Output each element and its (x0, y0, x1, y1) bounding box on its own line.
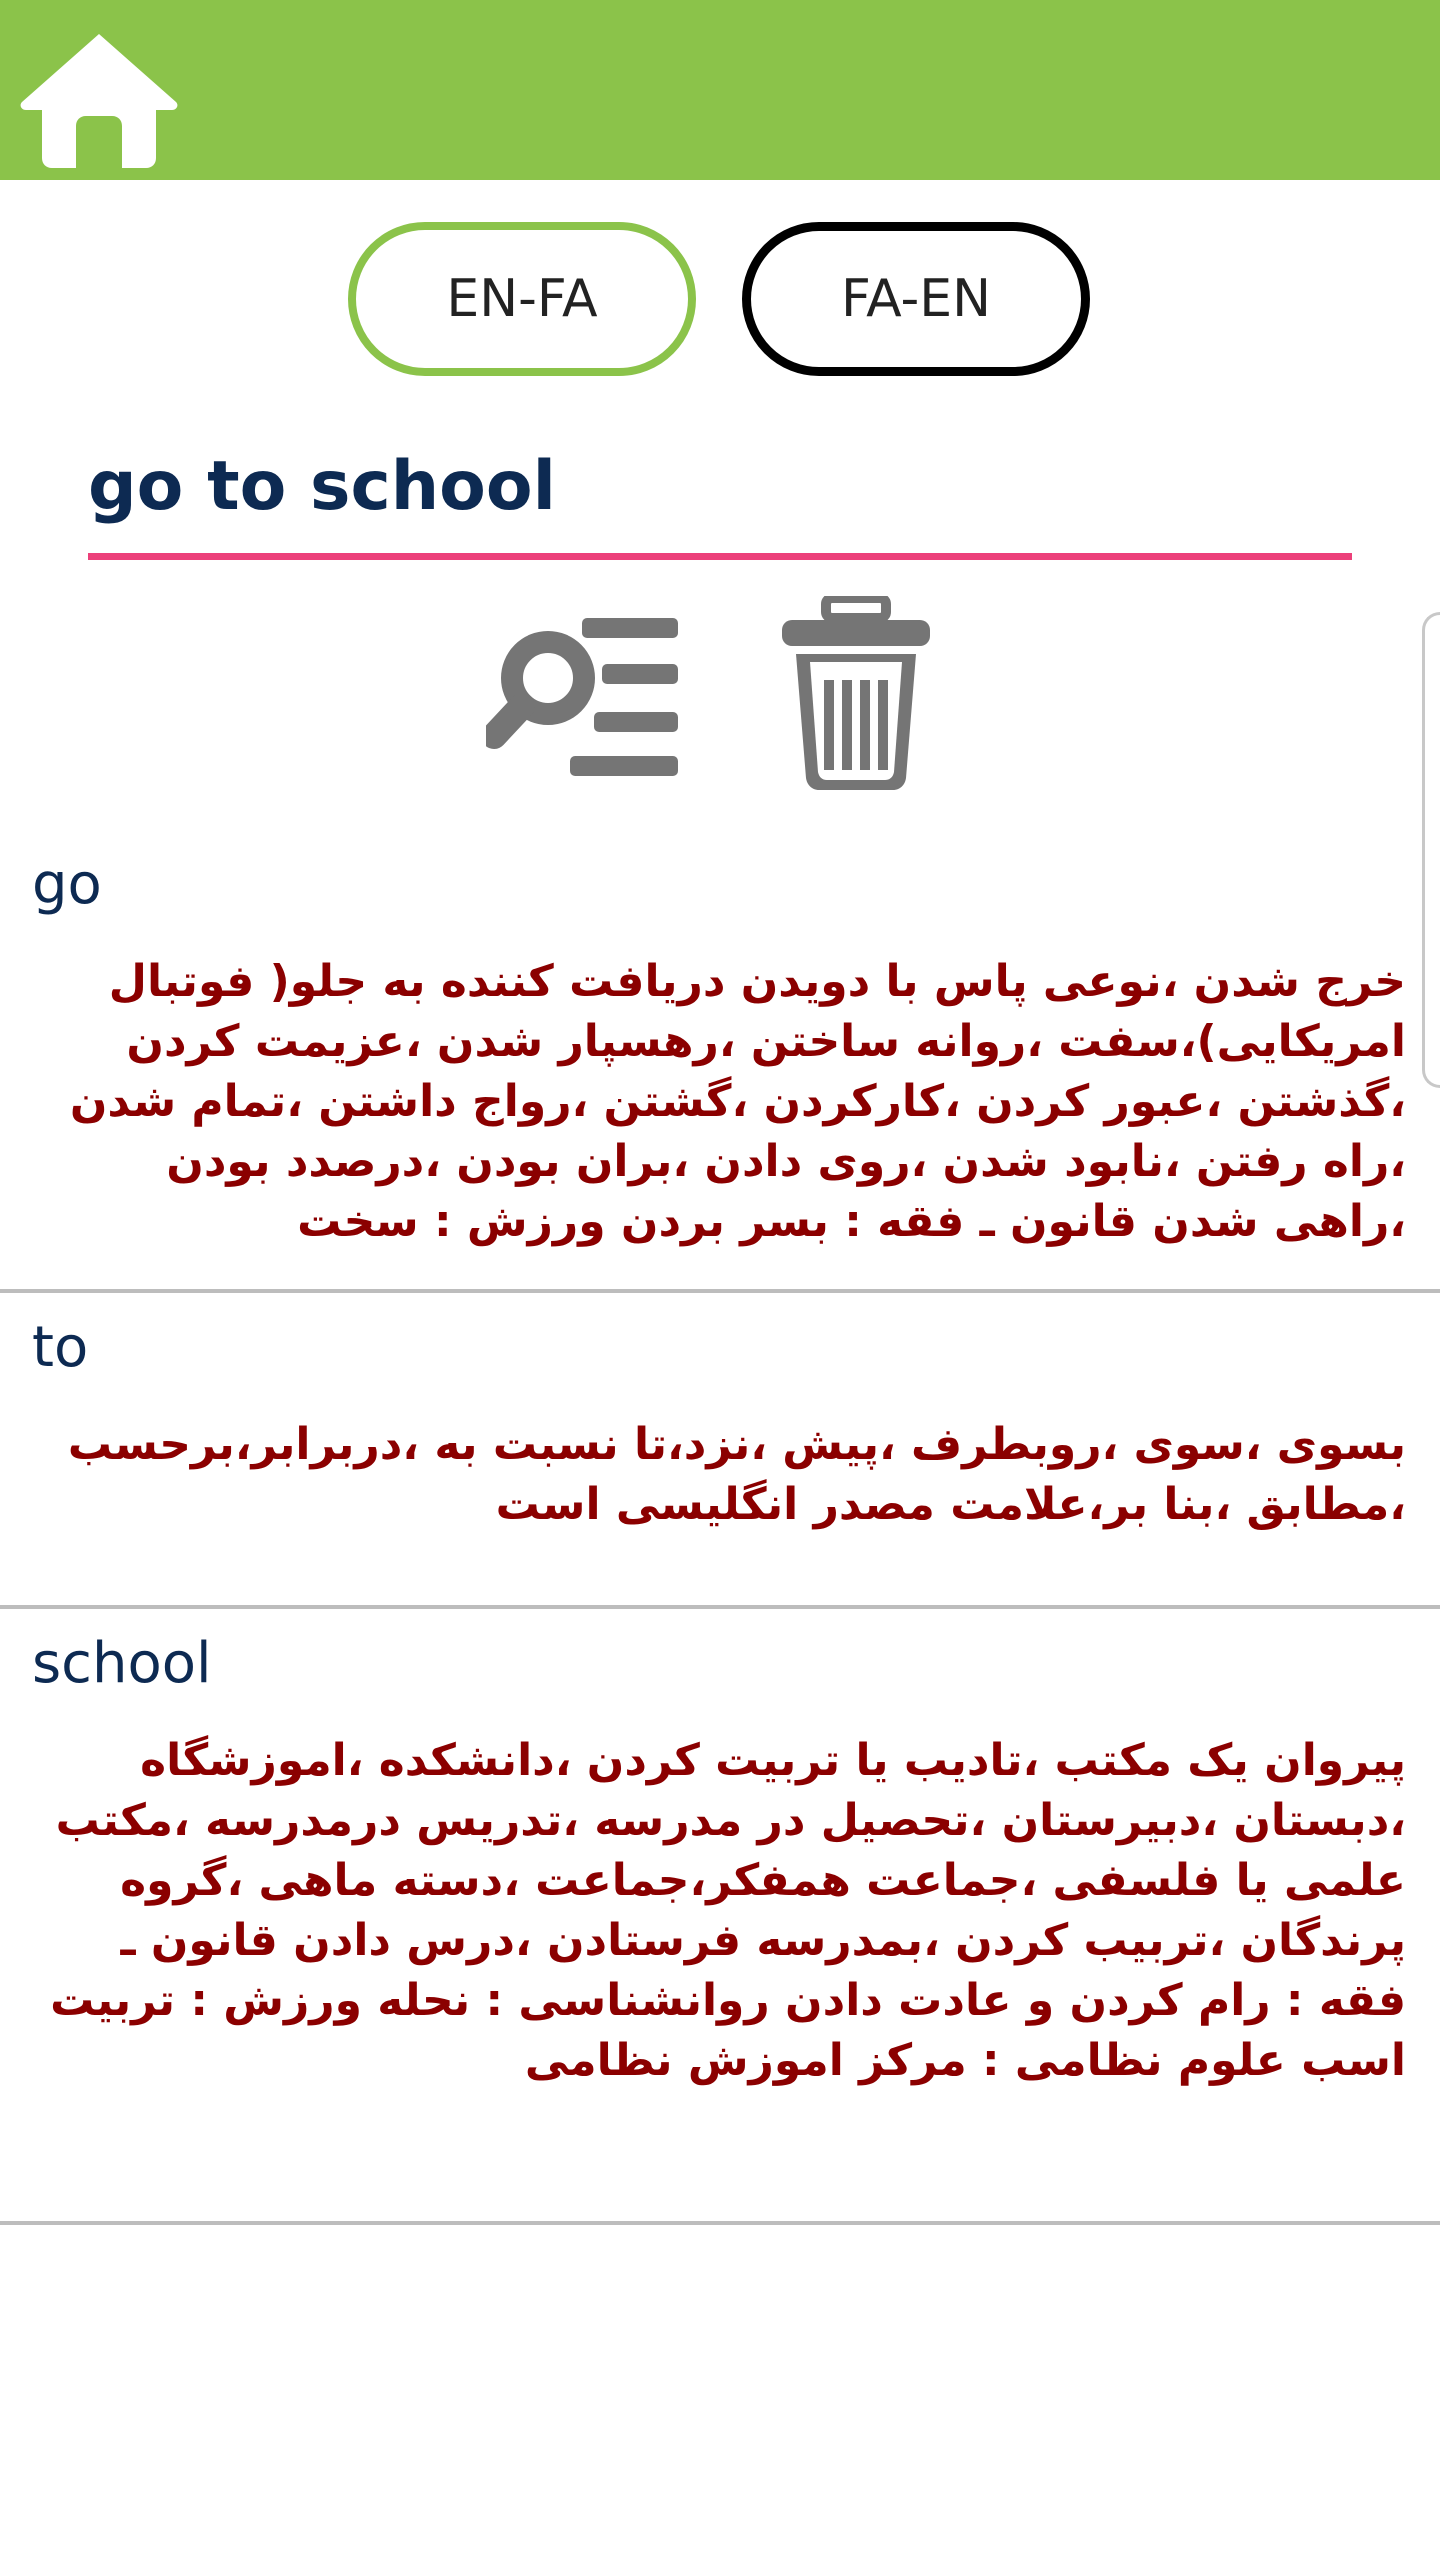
list-item[interactable]: go خرج شدن ،نوعی پاس با دویدن دریافت کنن… (0, 830, 1440, 1293)
entry-meaning: پیروان یک مکتب ،تادیب یا تربیت کردن ،دان… (50, 1735, 1406, 2086)
entry-word: go (32, 852, 102, 917)
en-fa-toggle-button[interactable]: EN-FA (348, 222, 696, 376)
entry-meaning: بسوی ،سوی ،روبطرف ،پیش ،نزد،تا نسبت به ،… (67, 1419, 1406, 1530)
list-item[interactable]: to بسوی ،سوی ،روبطرف ،پیش ،نزد،تا نسبت ب… (0, 1293, 1440, 1609)
entry-word: to (32, 1315, 89, 1380)
en-fa-label: EN-FA (446, 269, 598, 329)
list-item[interactable]: school پیروان یک مکتب ،تادیب یا تربیت کر… (0, 1609, 1440, 2225)
home-button[interactable] (18, 30, 180, 170)
top-app-bar (0, 0, 1440, 180)
dictionary-app: EN-FA FA-EN go خرج شدن ،نو (0, 0, 1440, 2560)
search-list-icon (481, 618, 678, 776)
fa-en-toggle-button[interactable]: FA-EN (742, 222, 1090, 376)
search-list-button[interactable] (481, 612, 682, 780)
fa-en-label: FA-EN (840, 269, 992, 329)
search-input[interactable] (88, 420, 1352, 560)
delete-button[interactable] (780, 593, 932, 792)
entry-meaning: خرج شدن ،نوعی پاس با دویدن دریافت کننده … (69, 956, 1406, 1247)
trash-icon (782, 593, 930, 790)
entry-word: school (32, 1631, 212, 1696)
home-icon (20, 34, 178, 168)
results-list: go خرج شدن ،نوعی پاس با دویدن دریافت کنن… (0, 830, 1440, 2225)
